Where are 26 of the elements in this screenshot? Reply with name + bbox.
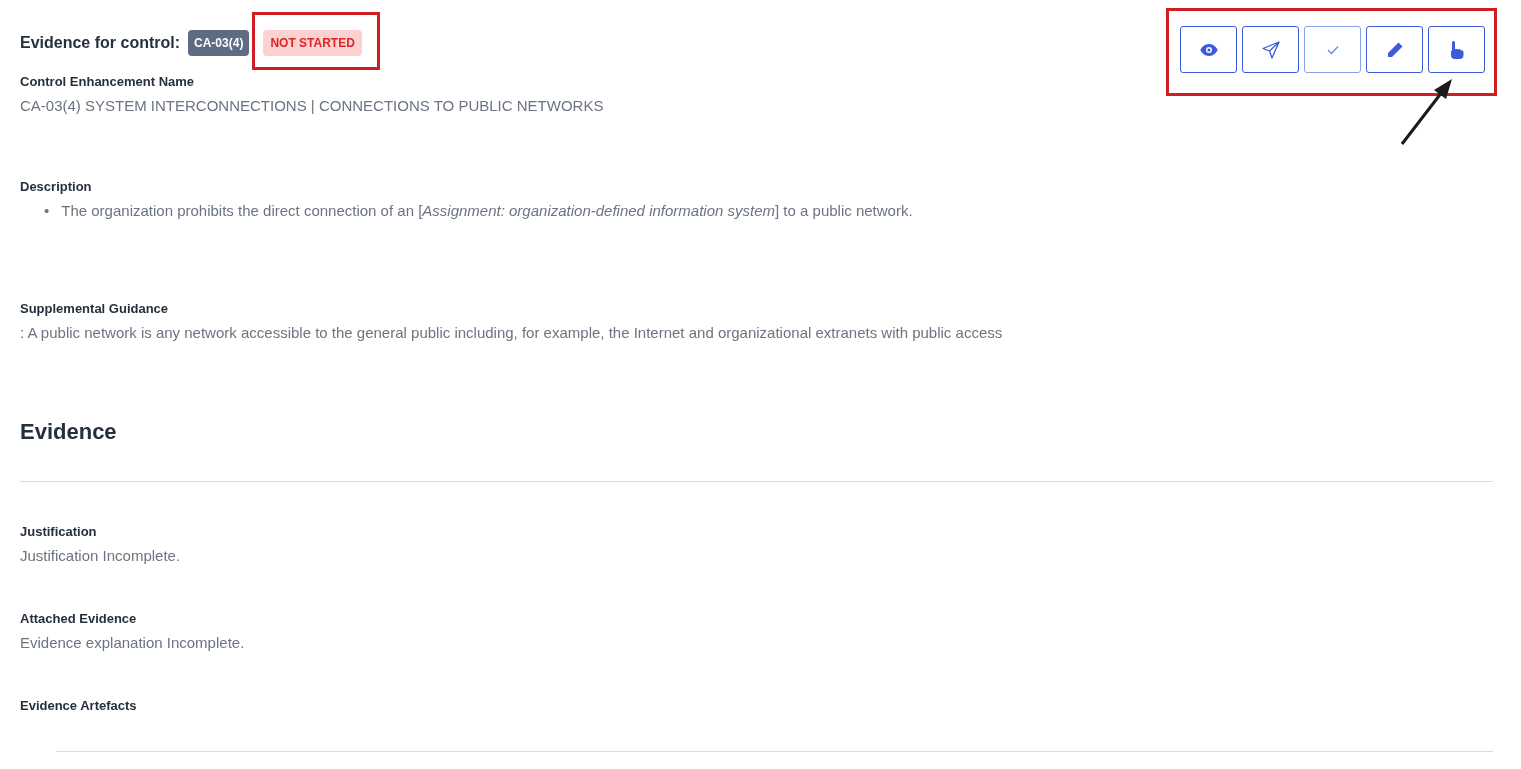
bullet-mark: •: [43, 200, 51, 221]
field-value: Justification Incomplete.: [20, 545, 182, 566]
field-value: CA-03(4) SYSTEM INTERCONNECTIONS | CONNECTIONS TO PUBLIC NETWORKS: [20, 95, 605, 116]
field-label: Control Enhancement Name: [20, 73, 196, 91]
pencil-icon: [1385, 40, 1404, 59]
pointing-hand-icon: [1449, 40, 1464, 59]
action-button[interactable]: [1180, 26, 1237, 73]
action-button[interactable]: [1428, 26, 1485, 73]
control-id-tag: CA-03(4): [188, 30, 250, 56]
action-button[interactable]: [1242, 26, 1299, 73]
status-tag: NOT STARTED: [263, 30, 362, 56]
field-value: : A public network is any network accessible to the general public including, for example, the Internet and organizational extranets with public access: [20, 322, 1004, 343]
page-title: Evidence for control:: [20, 33, 181, 53]
field-label: Evidence Artefacts: [20, 697, 138, 716]
field-label: Justification: [20, 523, 98, 542]
section-heading: Evidence: [20, 419, 118, 446]
field-value: Evidence explanation Incomplete.: [20, 632, 246, 653]
paper-plane-icon: [1261, 40, 1280, 59]
eye-icon: [1199, 43, 1218, 56]
checkmark-icon: [1326, 44, 1339, 55]
description-text: The organization prohibits the direct connection of an [Assignment: organization-defined information system] to a public network.: [61, 200, 914, 221]
action-button[interactable]: [1366, 26, 1423, 73]
field-label: Description: [20, 178, 93, 196]
field-label: Attached Evidence: [20, 610, 138, 629]
field-label: Supplemental Guidance: [20, 300, 170, 318]
annotation-arrow: [1400, 79, 1452, 145]
